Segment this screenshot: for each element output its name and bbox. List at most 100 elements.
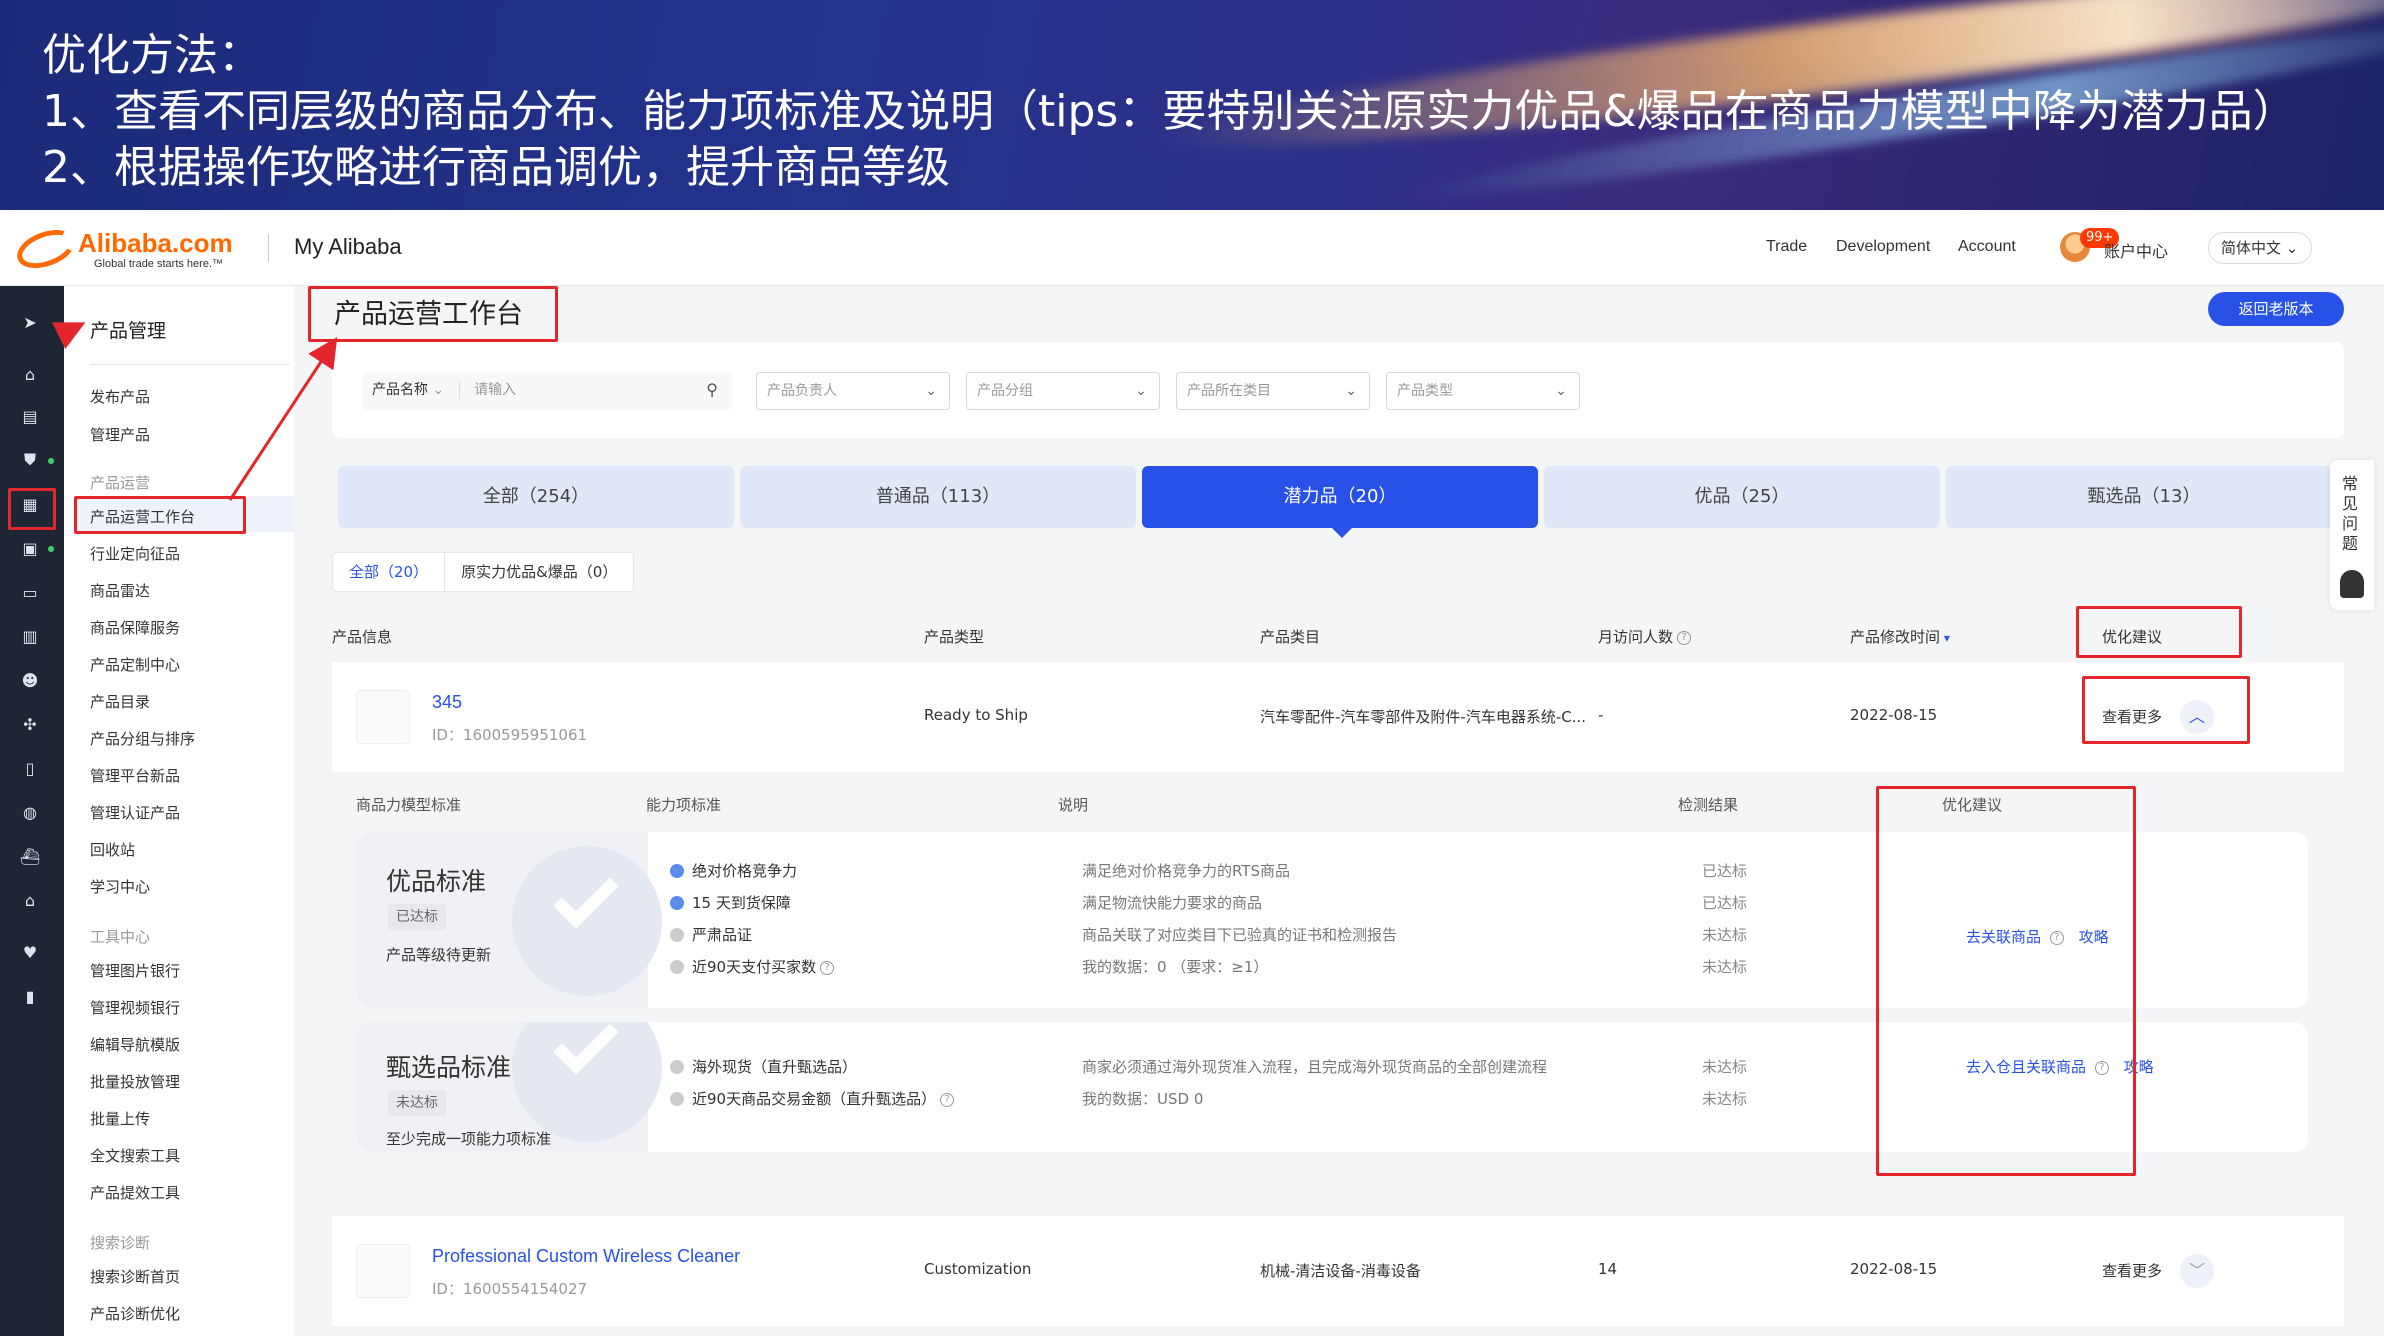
menu-item-catalog[interactable]: 产品目录	[90, 691, 150, 712]
language-select[interactable]: 简体中文 ⌄	[2208, 232, 2312, 264]
product-grid-icon[interactable]: ▦	[18, 492, 42, 516]
type-select[interactable]: 产品类型 ⌄	[1386, 372, 1580, 410]
product-type: Customization	[924, 1260, 1032, 1278]
table-row[interactable]: 345 ID：1600595951061 Ready to Ship 汽车零配件…	[332, 662, 2344, 772]
network-icon[interactable]: ✣	[18, 712, 42, 736]
ability-description: 我的数据：0 （要求：≥1）	[1082, 958, 1269, 976]
bank-icon[interactable]: ⌂	[18, 888, 42, 912]
help-icon[interactable]: ?	[1677, 630, 1692, 645]
chevron-up-icon[interactable]: ︿	[2180, 700, 2214, 734]
menu-item-guarantee[interactable]: 商品保障服务	[90, 617, 180, 638]
tab-selected[interactable]: 甄选品（13）	[1946, 466, 2342, 528]
top-navigation: Alibaba.com Global trade starts here.™ M…	[0, 210, 2384, 286]
menu-item-certified[interactable]: 管理认证产品	[90, 802, 180, 823]
filter-bar: 产品名称 ⌄ 请输入 ⚲ 产品负责人 ⌄ 产品分组 ⌄ 产品所在类目 ⌄ 产品类型 ⌄	[332, 342, 2344, 438]
menu-item-recycle[interactable]: 回收站	[90, 839, 135, 860]
menu-item-fulltext-search[interactable]: 全文搜索工具	[90, 1145, 180, 1166]
standard-title: 优品标准	[386, 867, 487, 896]
nav-development-link[interactable]: Development	[1836, 238, 1930, 256]
menu-item-learning[interactable]: 学习中心	[90, 876, 150, 897]
assistant-icon	[2340, 570, 2364, 598]
subtab-all[interactable]: 全部（20）	[333, 553, 446, 591]
subtab-original-strength[interactable]: 原实力优品&爆品（0）	[445, 553, 633, 591]
menu-item-grouping[interactable]: 产品分组与排序	[90, 728, 195, 749]
user-center-link[interactable]: 账户中心	[2104, 238, 2168, 262]
category-select[interactable]: 产品所在类目 ⌄	[1176, 372, 1370, 410]
menu-item-nav-template[interactable]: 编辑导航模版	[90, 1034, 180, 1055]
globe-icon[interactable]: ◍	[18, 800, 42, 824]
detail-col-suggestion: 优化建议	[1942, 796, 2003, 814]
store-icon[interactable]: ▤	[18, 404, 42, 428]
briefcase-icon[interactable]: ▮	[18, 984, 42, 1008]
sort-icon[interactable]: ▾	[1940, 631, 1950, 645]
banner-line-3: 2、根据操作攻略进行商品调优，提升商品等级	[42, 142, 950, 193]
menu-item-search-diag[interactable]: 搜索诊断首页	[90, 1266, 180, 1287]
ability-description: 商品关联了对应类目下已验真的证书和检测报告	[1082, 926, 1398, 944]
menu-item-product-diag[interactable]: 产品诊断优化	[90, 1303, 180, 1324]
old-version-button[interactable]: 返回老版本	[2208, 292, 2344, 326]
tab-quality[interactable]: 优品（25）	[1544, 466, 1940, 528]
nav-account-link[interactable]: Account	[1958, 238, 2016, 256]
send-icon[interactable]: ➤	[18, 310, 42, 334]
menu-item-image-bank[interactable]: 管理图片银行	[90, 960, 180, 981]
help-icon[interactable]: ?	[2094, 1060, 2109, 1075]
ability-description: 满足绝对价格竞争力的RTS商品	[1082, 862, 1291, 880]
search-input[interactable]: 请输入	[474, 382, 516, 398]
menu-item-manage[interactable]: 管理产品	[90, 424, 150, 445]
status-badge: 已达标	[388, 904, 446, 930]
check-circle-icon	[670, 1060, 684, 1074]
users-icon[interactable]: ☻	[18, 668, 42, 692]
product-id: ID：1600554154027	[432, 1280, 588, 1298]
chevron-down-icon[interactable]: ﹀	[2180, 1254, 2214, 1288]
menu-item-workbench[interactable]: 产品运营工作台	[90, 506, 195, 527]
site-title[interactable]: My Alibaba	[294, 234, 402, 260]
tab-all[interactable]: 全部（254）	[338, 466, 734, 528]
warehouse-link-product-link[interactable]: 去入仓且关联商品	[1966, 1058, 2086, 1076]
tab-potential[interactable]: 潜力品（20）	[1142, 466, 1538, 538]
owner-select[interactable]: 产品负责人 ⌄	[756, 372, 950, 410]
product-name-link[interactable]: Professional Custom Wireless Cleaner	[432, 1246, 740, 1267]
product-name-link[interactable]: 345	[432, 692, 462, 713]
status-badge: 未达标	[388, 1090, 446, 1116]
nav-trade-link[interactable]: Trade	[1766, 238, 1807, 256]
product-name-search[interactable]: 产品名称 ⌄ 请输入 ⚲	[362, 372, 732, 410]
menu-item-custom[interactable]: 产品定制中心	[90, 654, 180, 675]
menu-item-efficiency[interactable]: 产品提效工具	[90, 1182, 180, 1203]
table-row[interactable]: Professional Custom Wireless Cleaner ID：…	[332, 1216, 2344, 1326]
message-icon[interactable]: ▭	[18, 580, 42, 604]
help-icon[interactable]: ?	[940, 1092, 955, 1107]
view-more-link[interactable]: 查看更多	[2102, 706, 2162, 727]
product-type: Ready to Ship	[924, 706, 1028, 724]
product-thumbnail[interactable]	[356, 1244, 410, 1298]
menu-item-batch-delivery[interactable]: 批量投放管理	[90, 1071, 180, 1092]
guide-link[interactable]: 攻略	[2079, 928, 2109, 946]
guide-link[interactable]: 攻略	[2124, 1058, 2154, 1076]
product-thumbnail[interactable]	[356, 690, 410, 744]
ability-item: 近90天支付买家数?	[670, 956, 835, 977]
help-icon[interactable]: ?	[820, 960, 835, 975]
menu-item-platform-new[interactable]: 管理平台新品	[90, 765, 180, 786]
col-modified-time[interactable]: 产品修改时间 ▾	[1850, 626, 1950, 647]
standard-note: 至少完成一项能力项标准	[386, 1130, 552, 1148]
menu-item-radar[interactable]: 商品雷达	[90, 580, 150, 601]
ship-icon[interactable]: ⛴	[18, 844, 42, 868]
view-more-link[interactable]: 查看更多	[2102, 1260, 2162, 1281]
faq-widget[interactable]: 常见问题	[2330, 460, 2374, 610]
clipboard-icon[interactable]: ▯	[18, 756, 42, 780]
chart-icon[interactable]: ▥	[18, 624, 42, 648]
link-product-link[interactable]: 去关联商品	[1966, 928, 2041, 946]
group-select[interactable]: 产品分组 ⌄	[966, 372, 1160, 410]
help-icon[interactable]: ?	[2049, 930, 2064, 945]
shield-icon[interactable]: ⛊	[18, 448, 42, 472]
chevron-down-icon: ⌄	[1345, 383, 1357, 399]
tab-normal[interactable]: 普通品（113）	[740, 466, 1136, 528]
menu-item-batch-upload[interactable]: 批量上传	[90, 1108, 150, 1129]
heart-icon[interactable]: ♥	[18, 940, 42, 964]
menu-item-publish[interactable]: 发布产品	[90, 386, 150, 407]
search-icon[interactable]: ⚲	[706, 372, 718, 408]
menu-item-video-bank[interactable]: 管理视频银行	[90, 997, 180, 1018]
home-icon[interactable]: ⌂	[18, 362, 42, 386]
calendar-icon[interactable]: ▣	[18, 536, 42, 560]
alibaba-logo[interactable]: Alibaba.com Global trade starts here.™	[11, 222, 256, 276]
menu-item-industry[interactable]: 行业定向征品	[90, 543, 180, 564]
